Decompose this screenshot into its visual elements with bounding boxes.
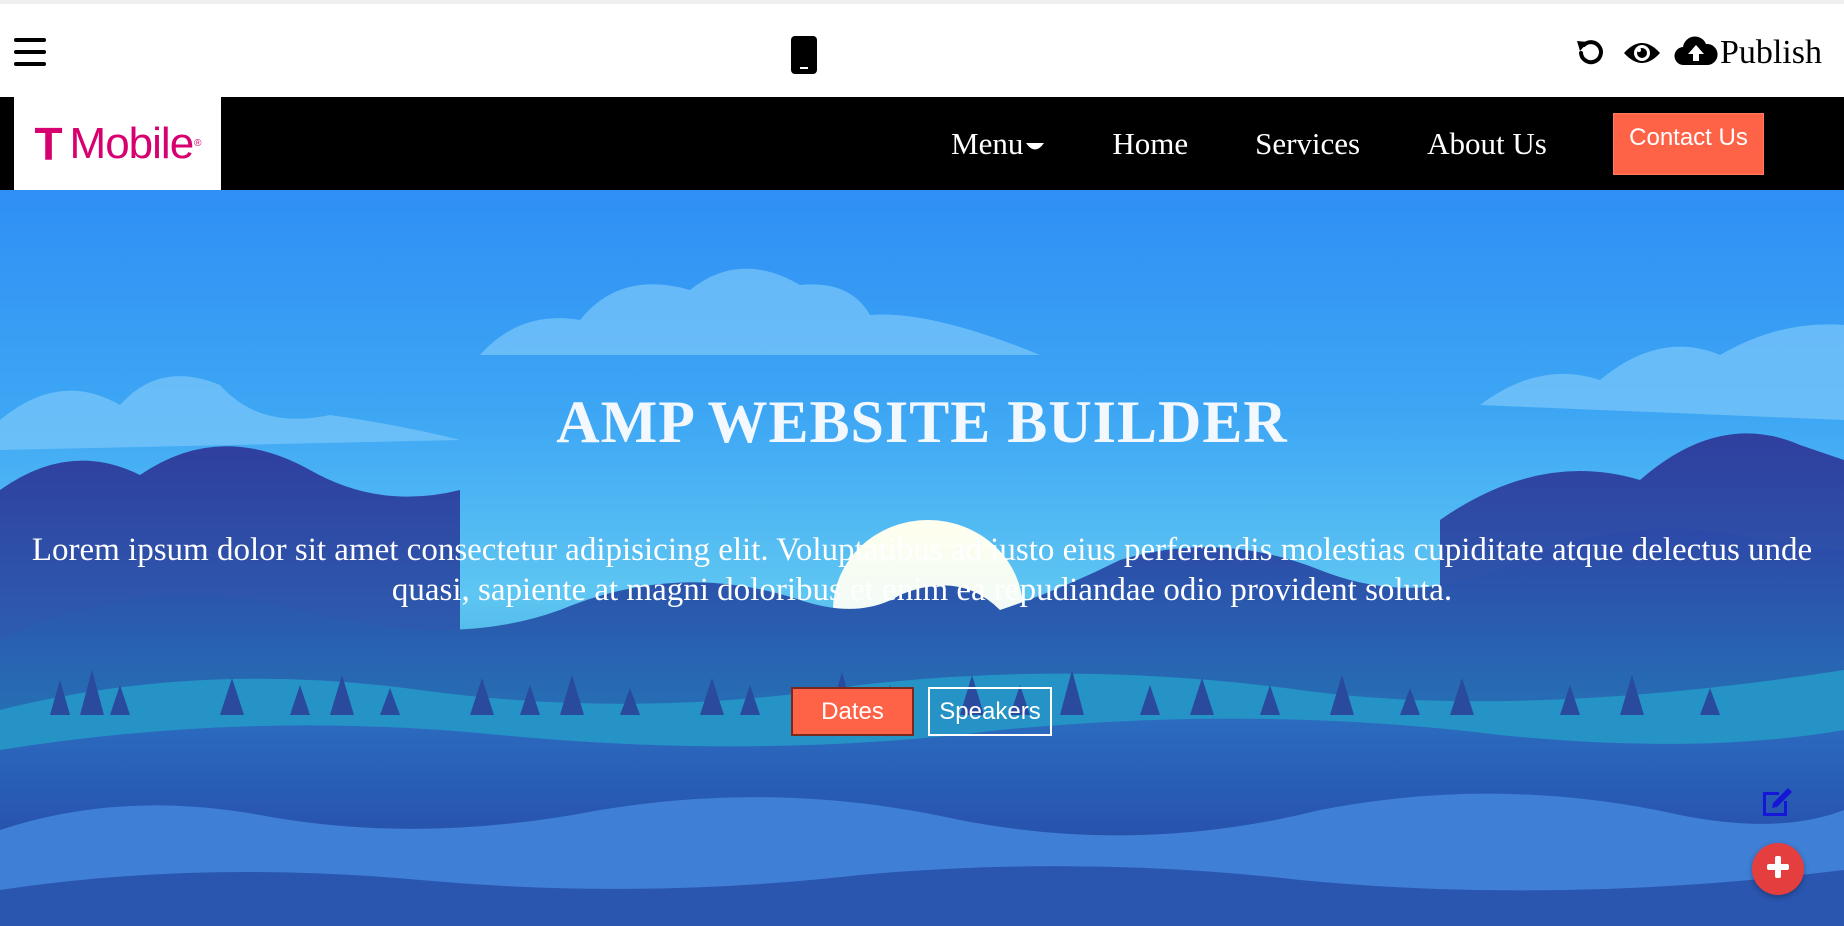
mobile-phone-icon[interactable] <box>791 36 817 74</box>
editor-toolbar: Publish <box>0 0 1844 97</box>
dates-button[interactable]: Dates <box>791 687 914 736</box>
nav-about-us[interactable]: About Us <box>1427 126 1547 162</box>
caret-down-icon <box>1025 126 1045 162</box>
hamburger-icon[interactable] <box>14 38 46 68</box>
hero-section: AMP WEBSITE BUILDER Lorem ipsum dolor si… <box>0 190 1844 926</box>
eye-icon[interactable] <box>1622 33 1662 73</box>
publish-label: Publish <box>1719 34 1822 71</box>
site-navbar: T Mobile ® Menu Home Services About Us Co… <box>0 97 1844 190</box>
undo-icon[interactable] <box>1570 33 1610 73</box>
speakers-button[interactable]: Speakers <box>928 687 1052 736</box>
logo-wordmark: T Mobile ® <box>34 117 201 170</box>
edit-icon[interactable] <box>1759 784 1795 820</box>
toolbar-actions: Publish <box>1570 30 1822 76</box>
hero-buttons: Dates Speakers <box>791 687 1052 736</box>
cloud-upload-icon <box>1674 35 1718 72</box>
hero-description: Lorem ipsum dolor sit amet consectetur a… <box>31 532 1813 608</box>
add-section-button[interactable] <box>1752 843 1804 895</box>
hero-title: AMP WEBSITE BUILDER <box>556 389 1288 455</box>
nav-services[interactable]: Services <box>1255 126 1360 162</box>
contact-us-button[interactable]: Contact Us <box>1613 113 1764 175</box>
nav-links: Menu Home Services About Us <box>951 97 1614 190</box>
nav-home[interactable]: Home <box>1112 126 1188 162</box>
publish-button[interactable]: Publish <box>1674 35 1822 72</box>
brand-logo[interactable]: T Mobile ® <box>14 97 221 190</box>
nav-menu-dropdown[interactable]: Menu <box>951 126 1045 162</box>
plus-icon <box>1765 854 1791 885</box>
